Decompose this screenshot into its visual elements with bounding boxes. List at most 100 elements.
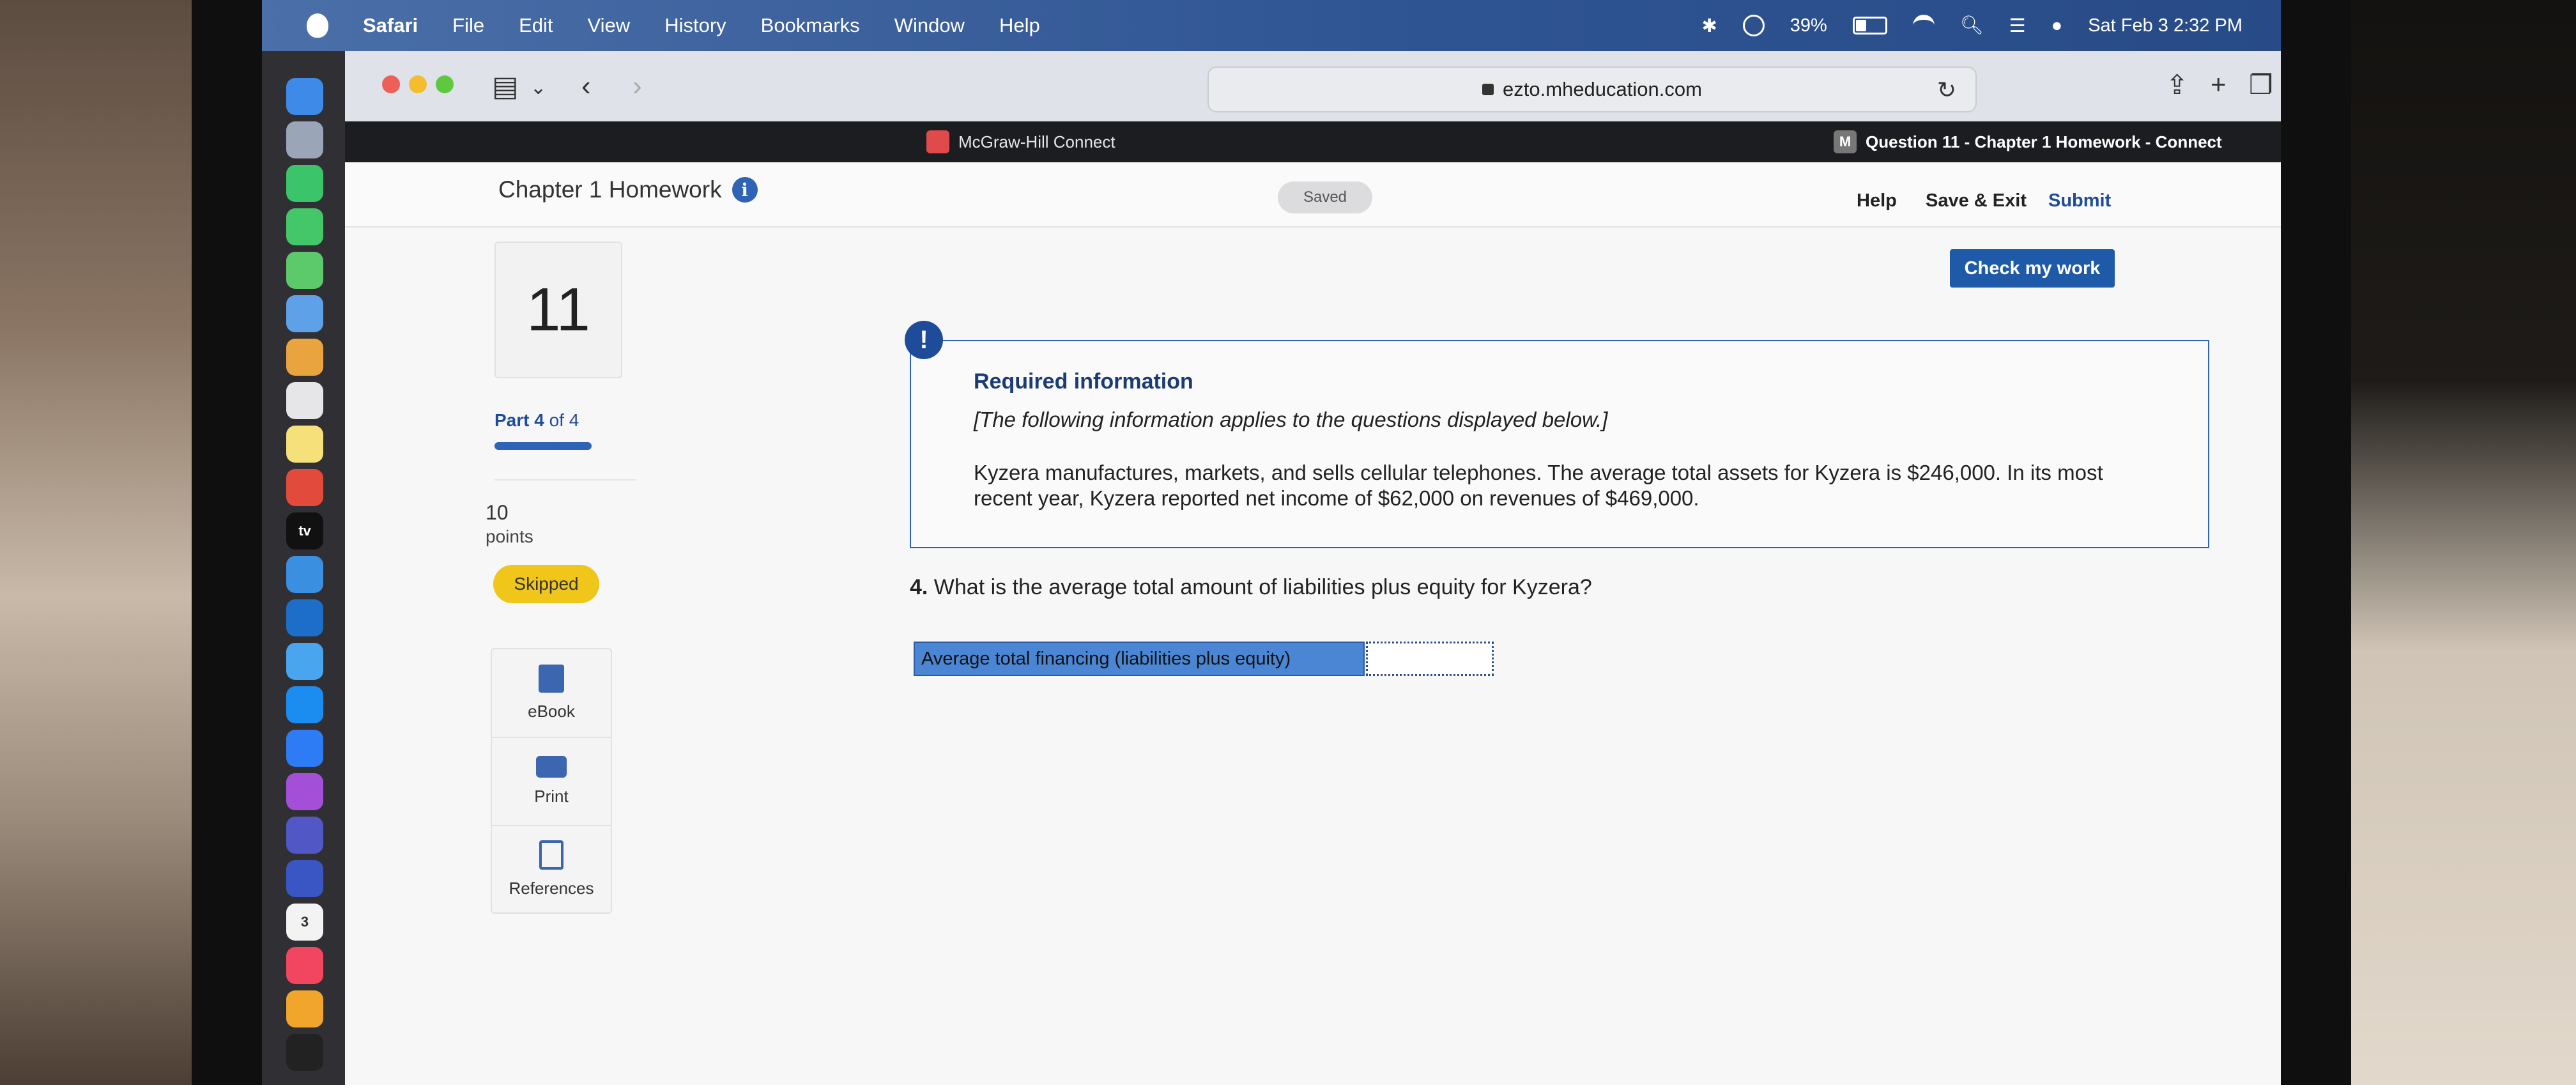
book-icon bbox=[539, 664, 564, 693]
mail-icon[interactable] bbox=[286, 643, 323, 680]
check-my-work-button[interactable]: Check my work bbox=[1950, 249, 2115, 288]
info-icon[interactable]: i bbox=[732, 177, 758, 203]
menu-safari[interactable]: Safari bbox=[363, 14, 418, 37]
ebook-button[interactable]: eBook bbox=[492, 649, 611, 736]
forward-icon[interactable]: › bbox=[632, 70, 642, 102]
part-indicator: Part 4 of 4 bbox=[494, 410, 579, 431]
ebook-label: eBook bbox=[528, 701, 575, 721]
calendar-icon[interactable]: 3 bbox=[286, 904, 323, 941]
print-label: Print bbox=[534, 786, 569, 806]
required-information-text: Kyzera manufactures, markets, and sells … bbox=[974, 461, 2103, 510]
required-information-subtitle: [The following information applies to th… bbox=[974, 408, 1608, 431]
connect-favicon-icon: M bbox=[1834, 130, 1857, 153]
tab-overview-icon[interactable]: ❐ bbox=[2249, 69, 2273, 100]
menu-history[interactable]: History bbox=[664, 14, 726, 37]
sidebar-icon[interactable]: ▤ bbox=[492, 70, 519, 103]
maps-icon[interactable] bbox=[286, 295, 323, 332]
required-information-title: Required information bbox=[974, 369, 1193, 394]
menu-bookmarks[interactable]: Bookmarks bbox=[761, 14, 860, 37]
menu-edit[interactable]: Edit bbox=[519, 14, 553, 37]
references-label: References bbox=[509, 878, 594, 898]
tab-question-11[interactable]: M Question 11 - Chapter 1 Homework - Con… bbox=[1834, 121, 2222, 162]
menu-clock[interactable]: Sat Feb 3 2:32 PM bbox=[2088, 15, 2242, 36]
tab-title: McGraw-Hill Connect bbox=[958, 132, 1116, 151]
references-button[interactable]: References bbox=[492, 826, 611, 912]
menu-window[interactable]: Window bbox=[894, 14, 965, 37]
background-left bbox=[0, 0, 211, 1085]
battery-icon[interactable] bbox=[1852, 17, 1887, 35]
assignment-header: Chapter 1 Homework i Saved Help Save & E… bbox=[345, 162, 2281, 227]
tab-bar: McGraw-Hill Connect M Question 11 - Chap… bbox=[345, 121, 2281, 162]
bluetooth-icon[interactable]: ✱ bbox=[1701, 15, 1717, 37]
launchpad-icon[interactable] bbox=[286, 121, 323, 158]
outlook-icon[interactable] bbox=[286, 599, 323, 636]
music-icon[interactable] bbox=[286, 947, 323, 984]
safari-icon[interactable] bbox=[286, 556, 323, 593]
podcasts-icon[interactable] bbox=[286, 773, 323, 810]
apple-icon[interactable] bbox=[307, 13, 328, 38]
status-area: ✱ 39% 🔍︎ ☰ ● Sat Feb 3 2:32 PM bbox=[1701, 0, 2242, 51]
find-my-icon[interactable] bbox=[286, 252, 323, 289]
menu-file[interactable]: File bbox=[452, 14, 484, 37]
status-badge: Skipped bbox=[493, 565, 599, 603]
answer-row-label: Average total financing (liabilities plu… bbox=[914, 642, 1365, 676]
facetime-icon[interactable] bbox=[286, 165, 323, 202]
print-button[interactable]: Print bbox=[492, 737, 611, 824]
photos-icon[interactable] bbox=[286, 339, 323, 376]
share-icon[interactable]: ⇪ bbox=[2166, 69, 2188, 100]
save-exit-link[interactable]: Save & Exit bbox=[1926, 190, 2027, 212]
zoom-window-icon[interactable] bbox=[436, 75, 454, 93]
points-value: 10 bbox=[486, 501, 509, 524]
wifi-icon[interactable] bbox=[1912, 15, 1935, 36]
page-title: Chapter 1 Homework i bbox=[498, 176, 758, 203]
new-tab-icon[interactable]: + bbox=[2211, 69, 2227, 100]
zoom-icon[interactable] bbox=[286, 730, 323, 767]
menu-help[interactable]: Help bbox=[999, 14, 1040, 37]
reload-icon[interactable]: ↻ bbox=[1937, 77, 1956, 104]
calendar-day: 3 bbox=[300, 914, 309, 930]
printer-icon bbox=[536, 755, 567, 778]
question-text: What is the average total amount of liab… bbox=[928, 575, 1592, 599]
finder-icon[interactable] bbox=[286, 78, 323, 115]
divider bbox=[494, 479, 636, 481]
spotlight-icon[interactable]: 🔍︎ bbox=[1960, 15, 1984, 36]
address-bar[interactable]: ezto.mheducation.com ↻ bbox=[1208, 66, 1977, 112]
lock-icon bbox=[1482, 84, 1494, 95]
battery-percent: 39% bbox=[1790, 15, 1827, 36]
dock: tv 3 bbox=[262, 51, 345, 1085]
close-window-icon[interactable] bbox=[382, 75, 400, 93]
answer-input[interactable] bbox=[1366, 642, 1494, 676]
tab-title: Question 11 - Chapter 1 Homework - Conne… bbox=[1866, 132, 2222, 151]
tab-mcgraw-hill-connect[interactable]: McGraw-Hill Connect bbox=[926, 121, 1116, 162]
tv-label: tv bbox=[298, 523, 311, 539]
chrome-icon[interactable] bbox=[286, 469, 323, 506]
submit-link[interactable]: Submit bbox=[2048, 190, 2111, 212]
assignment-title: Chapter 1 Homework bbox=[498, 176, 722, 203]
notes-icon[interactable] bbox=[286, 426, 323, 463]
part-total: of 4 bbox=[544, 410, 579, 430]
reminders-icon[interactable] bbox=[286, 382, 323, 419]
mcgraw-hill-favicon-icon bbox=[926, 130, 949, 153]
references-icon bbox=[539, 840, 564, 870]
app-store-icon[interactable] bbox=[286, 686, 323, 723]
help-link[interactable]: Help bbox=[1857, 190, 1897, 212]
back-icon[interactable]: ‹ bbox=[581, 70, 591, 102]
menu-bar: Safari File Edit View History Bookmarks … bbox=[262, 0, 2281, 51]
minimize-window-icon[interactable] bbox=[409, 75, 427, 93]
siri-icon[interactable]: ● bbox=[2051, 15, 2063, 36]
control-center-icon[interactable]: ☰ bbox=[2009, 15, 2026, 37]
question-prompt: 4. What is the average total amount of l… bbox=[910, 575, 1592, 600]
question-number-label: 4. bbox=[910, 575, 928, 599]
pages-icon[interactable] bbox=[286, 990, 323, 1027]
alert-icon: ! bbox=[905, 321, 943, 359]
menu-view[interactable]: View bbox=[588, 14, 631, 37]
imovie-icon[interactable] bbox=[286, 860, 323, 897]
teams-icon[interactable] bbox=[286, 817, 323, 854]
screen: Safari File Edit View History Bookmarks … bbox=[262, 0, 2281, 1085]
voice-memos-icon[interactable] bbox=[286, 1034, 323, 1071]
play-icon[interactable] bbox=[1742, 15, 1765, 36]
chevron-down-icon[interactable]: ⌄ bbox=[530, 77, 546, 99]
messages-icon[interactable] bbox=[286, 208, 323, 245]
apple-tv-icon[interactable]: tv bbox=[286, 512, 323, 550]
url-text: ezto.mheducation.com bbox=[1503, 78, 1702, 100]
